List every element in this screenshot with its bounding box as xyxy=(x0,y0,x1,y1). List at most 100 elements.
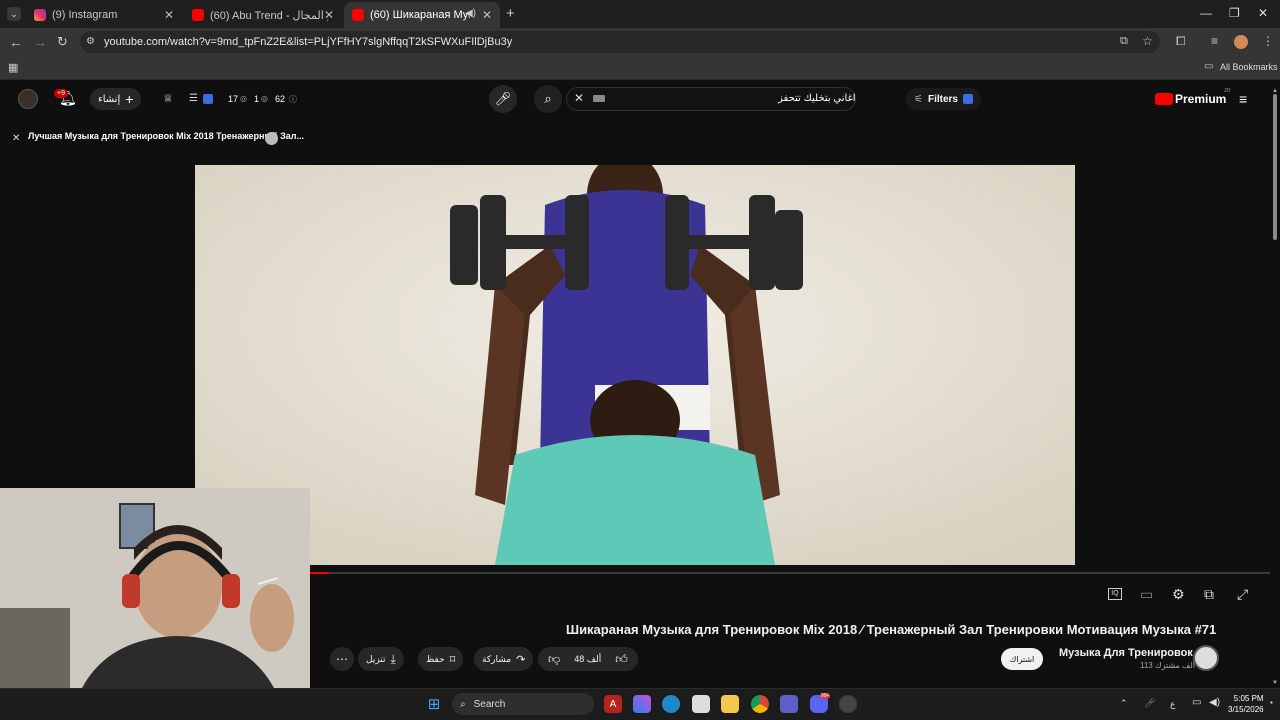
keyboard-icon[interactable] xyxy=(593,95,605,102)
webcam-overlay xyxy=(0,488,310,720)
file-icon[interactable] xyxy=(692,695,710,713)
youtube-icon xyxy=(352,9,364,21)
share-button[interactable]: مشاركة ↷ xyxy=(474,647,534,671)
user-avatar[interactable] xyxy=(18,89,38,109)
mic-icon[interactable]: 🎤︎ xyxy=(1144,698,1155,709)
network-icon[interactable]: ▭ xyxy=(1192,697,1201,708)
youtube-logo-icon[interactable] xyxy=(1155,93,1173,105)
share-icon: ↷ xyxy=(516,653,526,666)
fullscreen-icon[interactable]: ⤢ xyxy=(1237,586,1248,603)
reading-list-icon[interactable]: ≡ xyxy=(1211,34,1218,48)
back-icon[interactable]: ← xyxy=(9,34,23,50)
stat-mid: 1 xyxy=(254,94,260,104)
reload-icon[interactable]: ↻ xyxy=(57,34,68,50)
clock-time: 5:05 PM xyxy=(1233,694,1264,703)
queue-icon[interactable]: ☰ xyxy=(189,93,198,104)
iq-control-icon[interactable]: IQ xyxy=(1108,588,1122,600)
bookmarks-bar xyxy=(0,56,1280,80)
progress-bar[interactable] xyxy=(310,572,1270,574)
minimize-icon[interactable]: — xyxy=(1200,6,1212,20)
tab-search-menu-icon[interactable]: ⌄ xyxy=(7,7,21,21)
more-actions-button[interactable]: ⋯ xyxy=(330,647,354,671)
install-app-icon[interactable]: ⧉ xyxy=(1120,35,1128,48)
iq-badge-icon xyxy=(962,94,973,104)
premium-logo[interactable]: Premium xyxy=(1175,92,1226,106)
system-clock[interactable]: 5:05 PM 3/15/2026 xyxy=(1228,693,1264,715)
copilot-icon[interactable] xyxy=(633,695,651,713)
youtube-icon xyxy=(192,9,204,21)
windows-start-icon[interactable]: ⊞ xyxy=(425,695,443,713)
teams-icon[interactable] xyxy=(780,695,798,713)
create-button[interactable]: إنشاء + xyxy=(90,88,142,110)
like-dislike-group: 👎︎ 48 ألف 👍︎ xyxy=(538,647,638,671)
close-miniplayer-icon[interactable]: ✕ xyxy=(12,133,20,144)
filters-icon: ⚟ xyxy=(914,93,923,105)
tab-active-video[interactable]: (60) Шикараная Музыка д ◀) ✕ xyxy=(344,2,500,28)
tab-title: (9) Instagram xyxy=(52,9,118,21)
video-title: Шикараная Музыка для Тренировок Mix 2018… xyxy=(566,622,1217,637)
language-indicator[interactable]: ع xyxy=(1170,699,1175,710)
subscribe-button[interactable]: اشتراك xyxy=(1001,648,1043,670)
new-tab-button[interactable]: + xyxy=(506,5,515,22)
apps-grid-icon[interactable]: ▦ xyxy=(8,61,18,74)
extensions-icon[interactable]: ⧠ xyxy=(1176,34,1186,49)
settings-gear-icon[interactable]: ⚙ xyxy=(1172,586,1185,603)
channel-mini-avatar xyxy=(265,132,278,145)
like-count[interactable]: 48 ألف xyxy=(574,654,601,665)
close-tab-icon[interactable]: ✕ xyxy=(482,8,492,22)
bookmark-star-icon[interactable]: ☆ xyxy=(1142,34,1153,48)
app-icon[interactable] xyxy=(839,695,857,713)
url-text[interactable]: youtube.com/watch?v=9md_tpFnZ2E&list=PLj… xyxy=(104,36,512,48)
scroll-up-icon[interactable]: ▲ xyxy=(1272,88,1278,94)
notifications-badge: +9 xyxy=(54,89,68,98)
iq-badge-icon[interactable] xyxy=(203,94,213,104)
speaker-icon[interactable]: ◀) xyxy=(465,8,476,19)
notification-center-icon[interactable]: ▪ xyxy=(1270,698,1273,707)
voice-search-icon[interactable]: 🎤︎ xyxy=(489,85,517,113)
search-icon: ⌕ xyxy=(460,698,466,710)
scrollbar-thumb[interactable] xyxy=(1273,94,1277,240)
channel-avatar[interactable] xyxy=(1193,645,1219,671)
eye-icon: ◎ xyxy=(240,94,247,103)
theater-mode-icon[interactable]: ⧉ xyxy=(1204,586,1214,603)
edge-icon[interactable] xyxy=(662,695,680,713)
restore-icon[interactable]: ❐ xyxy=(1229,6,1240,20)
chrome-icon[interactable] xyxy=(751,695,769,713)
tab-title: (60) Шикараная Музыка д xyxy=(370,9,470,21)
profile-avatar-icon[interactable] xyxy=(1234,35,1248,49)
close-tab-icon[interactable]: ✕ xyxy=(324,8,334,22)
guide-menu-icon[interactable]: ≡ xyxy=(1239,91,1247,107)
taskbar-search[interactable]: ⌕ Search xyxy=(452,693,594,715)
tab-instagram[interactable]: (9) Instagram ✕ xyxy=(26,2,182,28)
download-button[interactable]: تنزيل ⤓ xyxy=(358,647,404,671)
search-button[interactable]: ⌕ xyxy=(534,85,562,113)
volume-icon[interactable]: ◀) xyxy=(1209,697,1220,708)
site-info-icon[interactable]: ⚙ xyxy=(86,36,95,47)
plus-icon: + xyxy=(125,91,134,107)
tray-chevron-icon[interactable]: ⌃ xyxy=(1120,698,1128,709)
adobe-icon[interactable]: A xyxy=(604,695,622,713)
stat-right: 62 xyxy=(275,94,286,104)
save-button[interactable]: حفظ ⌑ xyxy=(418,647,464,671)
browser-menu-icon[interactable]: ⋮ xyxy=(1262,34,1274,48)
search-query[interactable]: اغاني بتخليك تتحفز xyxy=(778,93,856,104)
filters-button[interactable]: ⚟ Filters xyxy=(906,88,981,110)
forward-icon[interactable]: → xyxy=(33,34,47,50)
video-frame[interactable] xyxy=(195,165,1075,565)
close-tab-icon[interactable]: ✕ xyxy=(164,8,174,22)
like-icon[interactable]: 👍︎ xyxy=(615,652,628,667)
subtitles-icon[interactable]: ▭ xyxy=(1140,586,1153,603)
file-explorer-icon[interactable] xyxy=(721,695,739,713)
dislike-icon[interactable]: 👎︎ xyxy=(548,652,560,667)
trophy-icon[interactable]: ♕ xyxy=(163,92,173,105)
all-bookmarks-link[interactable]: All Bookmarks xyxy=(1220,62,1278,72)
channel-name[interactable]: Музыка Для Тренировок xyxy=(1059,647,1193,659)
clear-search-icon[interactable]: ✕ xyxy=(574,91,584,105)
folder-icon: ▭ xyxy=(1204,61,1214,72)
subscriber-count: 113 ألف مشترك xyxy=(1140,661,1195,670)
close-window-icon[interactable]: ✕ xyxy=(1258,6,1268,20)
scroll-down-icon[interactable]: ▼ xyxy=(1272,680,1278,686)
tab-abu-trend[interactable]: (60) Abu Trend - عم المجال - Yo ✕ xyxy=(184,2,342,28)
miniplayer-title: Лучшая Музыка для Тренировок Mix 2018 Тр… xyxy=(28,131,304,141)
progress-bar-fill xyxy=(310,572,330,574)
